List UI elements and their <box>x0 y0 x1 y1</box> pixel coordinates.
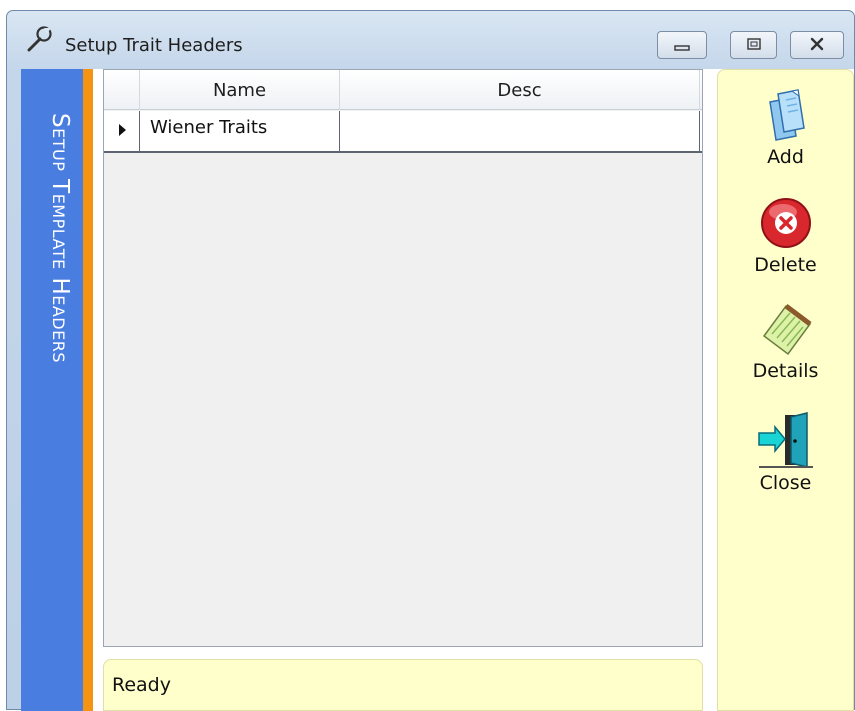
window-title: Setup Trait Headers <box>65 35 243 56</box>
column-header-desc[interactable]: Desc <box>340 70 700 110</box>
grid-header: Name Desc <box>104 70 702 110</box>
wrench-icon <box>25 25 55 53</box>
close-icon <box>808 36 826 55</box>
title-bar[interactable]: Setup Trait Headers <box>7 11 854 69</box>
action-panel: Add Delete Details Close <box>717 69 854 711</box>
details-label: Details <box>752 360 819 382</box>
exit-door-icon <box>754 412 818 470</box>
close-window-button[interactable] <box>790 31 844 59</box>
accent-stripe <box>83 69 93 711</box>
delete-x-icon <box>754 194 818 252</box>
details-button[interactable]: Details <box>718 300 853 400</box>
table-row[interactable]: Wiener Traits <box>104 111 702 153</box>
headers-grid[interactable]: Name Desc Wiener Traits <box>103 69 703 647</box>
sidebar-caption: Setup Template Headers <box>47 113 73 363</box>
add-label: Add <box>767 146 804 168</box>
add-documents-icon <box>754 86 818 144</box>
minimize-icon <box>674 36 690 55</box>
delete-label: Delete <box>754 254 817 276</box>
row-selector[interactable] <box>104 111 140 151</box>
cell-desc[interactable] <box>340 111 700 151</box>
app-window: Setup Trait Headers Setup Template Heade… <box>6 10 855 711</box>
current-row-arrow-icon <box>117 122 127 141</box>
maximize-icon <box>746 36 762 55</box>
sidebar-banner: Setup Template Headers <box>21 69 83 711</box>
cell-name[interactable]: Wiener Traits <box>140 111 340 151</box>
notepad-icon <box>754 300 818 358</box>
status-bar: Ready <box>103 659 703 711</box>
add-button[interactable]: Add <box>718 86 853 186</box>
delete-button[interactable]: Delete <box>718 194 853 294</box>
close-button[interactable]: Close <box>718 412 853 512</box>
grid-corner <box>104 70 140 110</box>
minimize-button[interactable] <box>657 31 707 59</box>
column-header-name[interactable]: Name <box>140 70 340 110</box>
maximize-button[interactable] <box>730 31 777 59</box>
status-text: Ready <box>112 674 171 696</box>
client-area: Setup Template Headers Name Desc Wiener … <box>21 69 854 711</box>
close-label: Close <box>759 472 812 494</box>
